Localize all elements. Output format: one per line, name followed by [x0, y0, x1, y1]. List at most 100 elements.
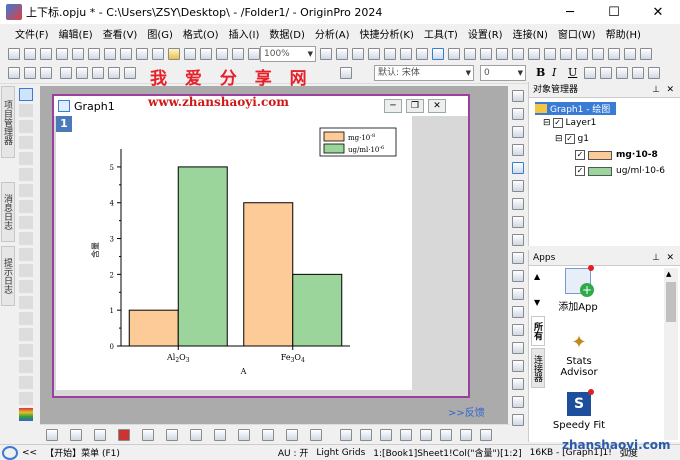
graph-page[interactable]: 0 1 2 3 4 5 Al2O3 Fe3O4 A 含量 mg·10-8 ug/ml·10-6 [56, 116, 412, 390]
zoom-in-icon[interactable] [76, 67, 88, 79]
results-log-icon[interactable] [400, 48, 412, 60]
message-log-icon[interactable] [512, 48, 524, 60]
subscript-icon[interactable] [600, 67, 612, 79]
open-template-icon[interactable] [184, 48, 196, 60]
pie-plot-icon[interactable] [166, 429, 178, 441]
graph-minimize-button[interactable]: ─ [384, 99, 402, 113]
layer-checkbox[interactable]: ✓ [552, 118, 563, 128]
add-text-icon[interactable] [340, 429, 352, 441]
curved-arrow-icon[interactable] [19, 312, 33, 325]
feedback-link[interactable]: >>反馈 [448, 404, 485, 419]
new-3d-icon[interactable] [120, 48, 132, 60]
legend-swatch[interactable] [323, 131, 345, 142]
scatter-plot-icon[interactable] [70, 429, 82, 441]
apps-tab-all[interactable]: 所有 [531, 316, 545, 346]
layer-number-badge[interactable]: 1 [56, 116, 72, 132]
bar[interactable] [177, 166, 228, 347]
tree-plot-item[interactable]: ✓ ug/ml·10-6 [575, 166, 665, 176]
tree-group-node[interactable]: ⊟ ✓ g1 [555, 134, 589, 144]
y-tick-label[interactable]: 4 [110, 200, 115, 208]
screen-reader-icon[interactable] [19, 200, 33, 213]
plot-checkbox[interactable]: ✓ [575, 166, 585, 176]
draw-data-icon[interactable] [19, 264, 33, 277]
line-color-icon[interactable] [400, 429, 412, 441]
region-data-selector-icon[interactable] [19, 232, 33, 245]
project-explorer-icon[interactable] [432, 48, 444, 60]
python-console-icon[interactable] [560, 48, 572, 60]
apps-tab-connectors[interactable]: 连接器 [531, 348, 545, 388]
text-tool-icon[interactable] [340, 67, 352, 79]
add-top-x-icon[interactable] [512, 108, 524, 120]
plot-checkbox[interactable]: ✓ [575, 150, 585, 160]
copy-page-icon[interactable] [368, 48, 380, 60]
scale-bar-icon[interactable] [512, 252, 524, 264]
paste-format-icon[interactable] [512, 414, 524, 426]
zoom-tool-icon[interactable] [19, 120, 33, 133]
y-tick-label[interactable]: 3 [110, 236, 114, 244]
data-reader-icon[interactable] [19, 168, 33, 181]
menu-help[interactable]: 帮助(H) [601, 26, 646, 41]
line-plot-icon[interactable] [46, 429, 58, 441]
timestamp-icon[interactable] [512, 270, 524, 282]
search-icon[interactable] [2, 445, 18, 460]
new-code-icon[interactable] [136, 48, 148, 60]
zoom-pan-tool-icon[interactable] [19, 104, 33, 117]
apps-icon[interactable] [480, 48, 492, 60]
r-console-icon[interactable] [576, 48, 588, 60]
font-color-icon[interactable] [420, 429, 432, 441]
panel-close-icon[interactable]: ✕ [666, 82, 674, 98]
status-start-menu[interactable]: 【开始】菜单 (F1) [45, 446, 120, 459]
new-workbook-icon[interactable] [24, 48, 36, 60]
learning-center-icon[interactable] [544, 48, 556, 60]
tree-layer-node[interactable]: ⊟ ✓ Layer1 [543, 118, 596, 128]
arrange-layers-icon[interactable] [512, 198, 524, 210]
x-tick-label[interactable]: Al2O3 [166, 353, 190, 364]
plugin-icon[interactable] [640, 48, 652, 60]
circle-tool-icon[interactable] [19, 360, 33, 373]
x-axis-title[interactable]: A [240, 367, 247, 376]
plot-setup-icon[interactable] [310, 429, 322, 441]
underline-button[interactable]: U [568, 66, 577, 79]
rescale-z-icon[interactable] [512, 342, 524, 354]
3d-plot-icon[interactable] [262, 429, 274, 441]
image-icon[interactable] [624, 48, 636, 60]
collapse-icon[interactable]: ⊟ [543, 118, 551, 128]
legend-swatch[interactable] [323, 143, 345, 154]
merge-graph-icon[interactable] [512, 162, 524, 174]
maximize-button[interactable]: ☐ [592, 0, 636, 24]
menu-settings[interactable]: 设置(R) [463, 26, 508, 41]
color-scale-icon[interactable] [512, 234, 524, 246]
symbol-style-icon[interactable] [480, 429, 492, 441]
code-builder-icon[interactable] [384, 48, 396, 60]
line-style-icon[interactable] [460, 429, 472, 441]
y-axis-title[interactable]: 含量 [90, 242, 100, 258]
menu-graph[interactable]: 图(G) [142, 26, 178, 41]
menu-data[interactable]: 数据(D) [264, 26, 310, 41]
template-library-icon[interactable] [286, 429, 298, 441]
export-icon[interactable] [248, 48, 260, 60]
menu-connect[interactable]: 连接(N) [508, 26, 553, 41]
mask-tool-icon[interactable] [19, 248, 33, 261]
collapse-icon[interactable]: ⊟ [555, 134, 563, 144]
new-project-icon[interactable] [8, 48, 20, 60]
statistics-plot-icon[interactable] [214, 429, 226, 441]
new-layout-icon[interactable] [88, 48, 100, 60]
y-tick-label[interactable]: 2 [110, 271, 114, 279]
bar[interactable] [128, 309, 179, 347]
find-icon[interactable] [464, 48, 476, 60]
menu-insert[interactable]: 插入(I) [224, 26, 265, 41]
scroll-up-arrow-icon[interactable]: ▲ [666, 270, 671, 278]
rescale-x-icon[interactable] [512, 306, 524, 318]
import-icon[interactable] [232, 48, 244, 60]
apps-scrollbar[interactable]: ▲ [664, 268, 678, 440]
greek-icon[interactable] [616, 67, 628, 79]
menu-tools[interactable]: 工具(T) [419, 26, 463, 41]
zoom-select[interactable]: 100% ▼ [260, 46, 316, 62]
new-notes-icon[interactable] [72, 48, 84, 60]
x-tick-label[interactable]: Fe3O4 [281, 353, 305, 364]
rescale-y-icon[interactable] [512, 324, 524, 336]
copy-format-icon[interactable] [512, 396, 524, 408]
line-symbol-icon[interactable] [94, 429, 106, 441]
close-button[interactable]: ✕ [636, 0, 680, 24]
new-excel-icon[interactable] [152, 48, 164, 60]
